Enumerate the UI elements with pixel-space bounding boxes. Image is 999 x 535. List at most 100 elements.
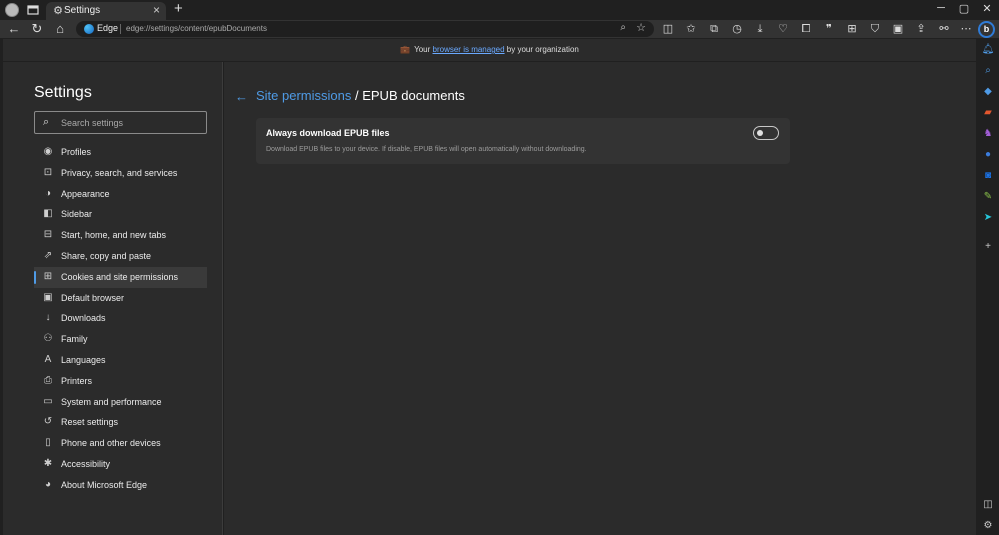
zoom-icon[interactable]: ⌕: [620, 22, 626, 33]
sidebar-item-label: Downloads: [61, 313, 106, 324]
refresh-icon[interactable]: ↻: [29, 21, 45, 37]
divider: [120, 24, 121, 34]
extensions-icon[interactable]: ⊞: [845, 22, 859, 36]
home-icon[interactable]: ⌂: [52, 21, 68, 37]
panel-icon[interactable]: ◫: [981, 498, 995, 512]
cookie-icon: ⊞: [43, 270, 53, 282]
tab-bar: ⚙ Settings × + ─ ▢ ✕: [0, 0, 999, 20]
add-icon[interactable]: +: [981, 240, 995, 254]
reset-icon: ↺: [43, 416, 53, 428]
managed-link[interactable]: browser is managed: [433, 45, 505, 54]
sidebar-item-label: Reset settings: [61, 417, 119, 428]
sidebar-item-privacy[interactable]: ⊡ Privacy, search, and services: [34, 163, 207, 184]
toolbox-icon[interactable]: ▰: [981, 106, 995, 120]
profile-avatar[interactable]: [5, 3, 19, 17]
sidebar-item-accessibility[interactable]: ✱ Accessibility: [34, 454, 207, 475]
sidebar-item-label: Profiles: [61, 147, 92, 157]
sidebar-item-reset[interactable]: ↺ Reset settings: [34, 412, 207, 433]
breadcrumb-separator: /: [351, 88, 363, 103]
downloads-icon[interactable]: ⤓: [753, 22, 767, 36]
breadcrumb-site-permissions[interactable]: Site permissions: [256, 88, 351, 103]
settings-menu: ◉ Profiles ⊡ Privacy, search, and services…: [34, 142, 207, 496]
split-screen-icon[interactable]: ◫: [661, 22, 675, 36]
phone-icon: ▯: [45, 437, 51, 449]
family-icon: ⚇: [43, 333, 53, 345]
favorites-icon[interactable]: ✩: [684, 22, 698, 36]
tab-label: Settings: [64, 5, 101, 16]
history-icon[interactable]: ◷: [730, 22, 744, 36]
banner-prefix: Your: [414, 45, 431, 54]
banner-suffix: by your organization: [506, 45, 579, 54]
close-window-button[interactable]: ✕: [980, 2, 994, 15]
language-icon: A: [44, 353, 52, 365]
printer-icon: ⎙: [44, 374, 52, 386]
sidebar-item-printers[interactable]: ⎙ Printers: [34, 371, 207, 392]
tab-actions-icon[interactable]: [26, 3, 40, 17]
sidebar-item-sidebar[interactable]: ◧ Sidebar: [34, 204, 207, 225]
sidebar-toggle-icon[interactable]: ▣: [891, 22, 905, 36]
new-tab-button[interactable]: +: [174, 0, 183, 17]
sidebar-item-label: Sidebar: [61, 209, 93, 220]
tab-close-button[interactable]: ×: [153, 3, 160, 17]
sidebar-item-label: About Microsoft Edge: [61, 479, 148, 490]
sidebar-item-profiles[interactable]: ◉ Profiles: [34, 142, 207, 163]
back-arrow-icon[interactable]: ←: [235, 89, 248, 104]
more-menu-icon[interactable]: ⋯: [959, 22, 973, 36]
laptop-icon: ▭: [43, 395, 53, 407]
search-input[interactable]: [61, 115, 201, 131]
sidebar-item-label: Accessibility: [61, 458, 111, 469]
quote-icon[interactable]: ❞: [822, 22, 836, 36]
bing-chat-icon[interactable]: b: [978, 21, 995, 38]
minimize-button[interactable]: ─: [934, 2, 948, 14]
games-icon[interactable]: ♞: [981, 127, 995, 141]
sidebar-item-phone[interactable]: ▯ Phone and other devices: [34, 433, 207, 454]
designer-icon[interactable]: ✎: [981, 190, 995, 204]
managed-banner: 💼 Your browser is managed by your organiz…: [3, 39, 976, 61]
sidebar-item-family[interactable]: ⚇ Family: [34, 329, 207, 350]
gear-icon[interactable]: ⚙: [981, 519, 995, 533]
send-icon[interactable]: ➤: [981, 211, 995, 225]
tab-settings[interactable]: ⚙ Settings ×: [46, 2, 166, 20]
share-icon[interactable]: ⇪: [914, 22, 928, 36]
sidebar-item-label: Default browser: [61, 292, 125, 303]
browser-essentials-icon[interactable]: ⛉: [868, 22, 882, 36]
settings-title: Settings: [34, 84, 92, 101]
outlook-icon[interactable]: ◙: [981, 169, 995, 183]
screenshot-icon[interactable]: ⧠: [799, 22, 813, 36]
url-text[interactable]: edge://settings/content/epubDocuments: [126, 24, 267, 33]
gear-icon: ⚙: [53, 5, 63, 17]
sidebar-item-cookies[interactable]: ⊞ Cookies and site permissions: [34, 266, 207, 288]
settings-sidebar: Settings ⌕ ◉ Profiles ⊡ Privacy, search, a…: [3, 62, 223, 535]
sidebar-item-system[interactable]: ▭ System and performance: [34, 392, 207, 413]
copilot-icon[interactable]: ⚯: [937, 22, 951, 36]
sidebar-item-default-browser[interactable]: ▣ Default browser: [34, 288, 207, 309]
sidebar-item-label: System and performance: [61, 396, 162, 407]
performance-icon[interactable]: ♡: [776, 22, 790, 36]
sidebar-item-share-copy[interactable]: ⇗ Share, copy and paste: [34, 246, 207, 267]
sidebar-item-appearance[interactable]: ◑ Appearance: [34, 184, 207, 205]
sidebar-item-languages[interactable]: A Languages: [34, 350, 207, 371]
back-icon[interactable]: ←: [6, 21, 22, 37]
sidebar-item-downloads[interactable]: ↓ Downloads: [34, 308, 207, 329]
address-bar[interactable]: Edge edge://settings/content/epubDocumen…: [76, 21, 654, 37]
copilot-app-icon[interactable]: ●: [981, 148, 995, 162]
favorite-star-icon[interactable]: ☆: [636, 21, 646, 34]
browser-icon: ▣: [43, 291, 53, 303]
sidebar-item-label: Share, copy and paste: [61, 250, 152, 261]
search-box[interactable]: ⌕: [34, 111, 207, 134]
toggle-knob: [757, 130, 763, 136]
search-icon: ⌕: [43, 116, 50, 128]
share-icon: ⇗: [43, 249, 53, 261]
sidebar-item-label: Start, home, and new tabs: [61, 230, 167, 241]
sidebar-item-label: Cookies and site permissions: [61, 271, 179, 282]
download-icon: ↓: [45, 312, 51, 324]
tag-icon[interactable]: ◆: [981, 85, 995, 99]
always-download-toggle[interactable]: [753, 126, 779, 140]
bell-icon[interactable]: 🔔︎: [981, 43, 995, 57]
maximize-button[interactable]: ▢: [957, 2, 971, 15]
sidebar-item-start-home[interactable]: ⊟ Start, home, and new tabs: [34, 225, 207, 246]
search-icon[interactable]: ⌕: [981, 64, 995, 78]
collections-icon[interactable]: ⧉: [707, 22, 721, 36]
setting-card-epub: Always download EPUB files Download EPUB…: [256, 118, 790, 164]
sidebar-item-about[interactable]: ◕ About Microsoft Edge: [34, 475, 207, 496]
